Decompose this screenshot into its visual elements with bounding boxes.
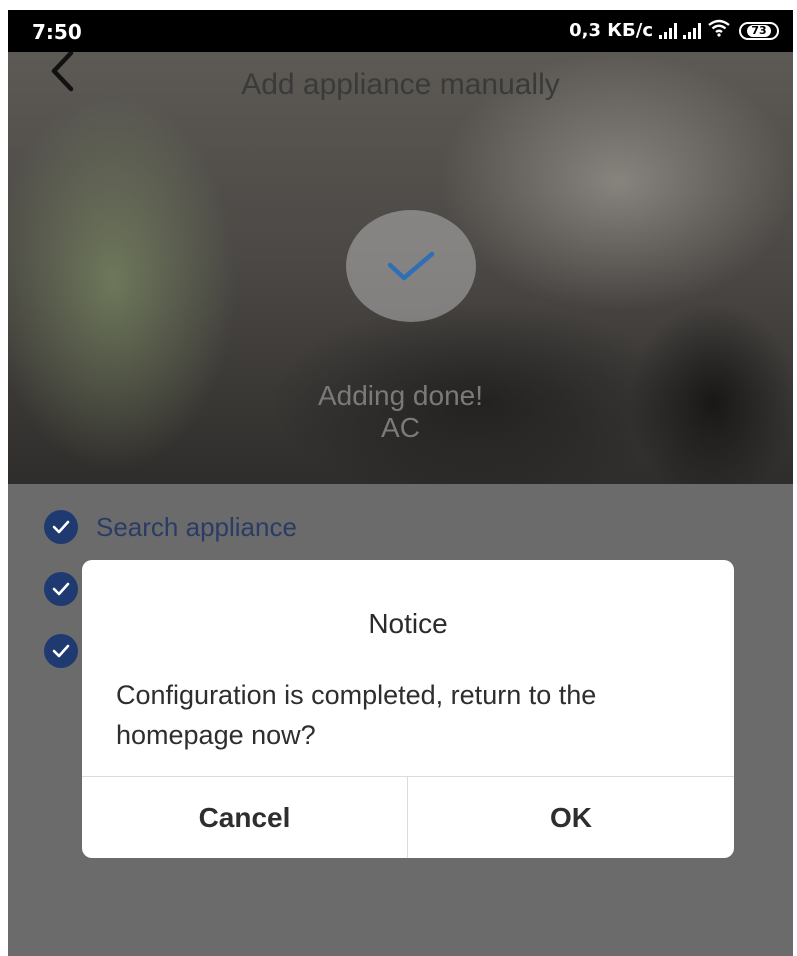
status-bar: 7:50 0,3 КБ/с 73 bbox=[8, 10, 793, 52]
wifi-icon bbox=[707, 19, 731, 42]
cancel-button[interactable]: Cancel bbox=[82, 777, 408, 858]
status-time: 7:50 bbox=[32, 20, 82, 44]
dialog-message: Configuration is completed, return to th… bbox=[116, 680, 597, 750]
phone-screen: 7:50 0,3 КБ/с 73 Add appliance manually … bbox=[8, 10, 793, 956]
notice-dialog: Notice Configuration is completed, retur… bbox=[82, 560, 734, 858]
status-icons: 0,3 КБ/с 73 bbox=[569, 19, 779, 42]
battery-icon: 73 bbox=[739, 21, 779, 40]
battery-level: 73 bbox=[747, 24, 771, 37]
signal-icon bbox=[659, 22, 677, 39]
ok-button[interactable]: OK bbox=[408, 777, 734, 858]
network-speed: 0,3 КБ/с bbox=[569, 20, 653, 41]
dialog-title: Notice bbox=[368, 608, 448, 639]
signal-icon bbox=[683, 22, 701, 39]
